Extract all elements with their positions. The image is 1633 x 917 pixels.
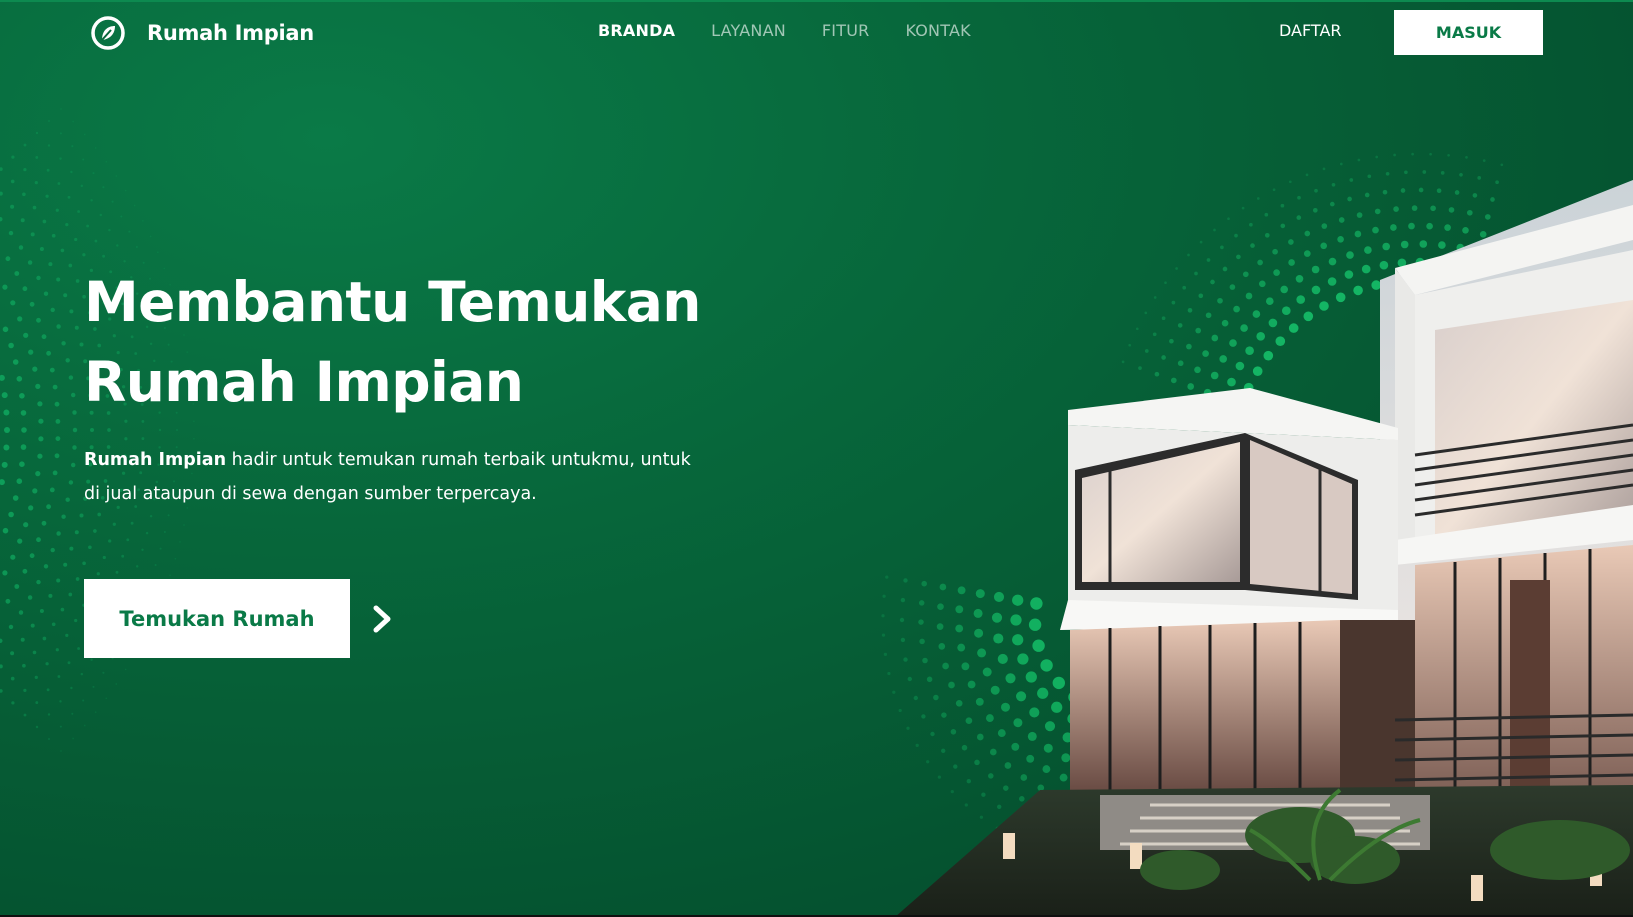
hero-title-line1: Membantu Temukan [84,270,701,334]
login-button[interactable]: MASUK [1394,10,1543,55]
nav-item-branda[interactable]: BRANDA [598,21,675,40]
nav-item-kontak[interactable]: KONTAK [905,21,970,40]
hero-desc-line2: di jual ataupun di sewa dengan sumber te… [84,484,537,504]
top-navbar: Rumah Impian BRANDA LAYANAN FITUR KONTAK… [0,0,1633,64]
hero-desc-line1: hadir untuk temukan rumah terbaik untukm… [226,450,691,470]
chevron-right-icon[interactable] [370,604,396,634]
main-nav: BRANDA LAYANAN FITUR KONTAK [598,21,1007,40]
hero-description: Rumah Impian hadir untuk temukan rumah t… [84,443,724,511]
nav-item-layanan[interactable]: LAYANAN [711,21,786,40]
landing-page: Rumah Impian BRANDA LAYANAN FITUR KONTAK… [0,0,1633,917]
brand-name: Rumah Impian [147,21,314,45]
hero-title: Membantu Temukan Rumah Impian [84,262,744,422]
register-link[interactable]: DAFTAR [1279,21,1342,40]
hero-desc-brand: Rumah Impian [84,450,227,470]
find-house-button[interactable]: Temukan Rumah [84,579,350,658]
leaf-circle-icon [91,16,125,50]
hero-title-line2: Rumah Impian [84,350,524,414]
brand-logo[interactable]: Rumah Impian [91,16,314,50]
nav-item-fitur[interactable]: FITUR [822,21,870,40]
